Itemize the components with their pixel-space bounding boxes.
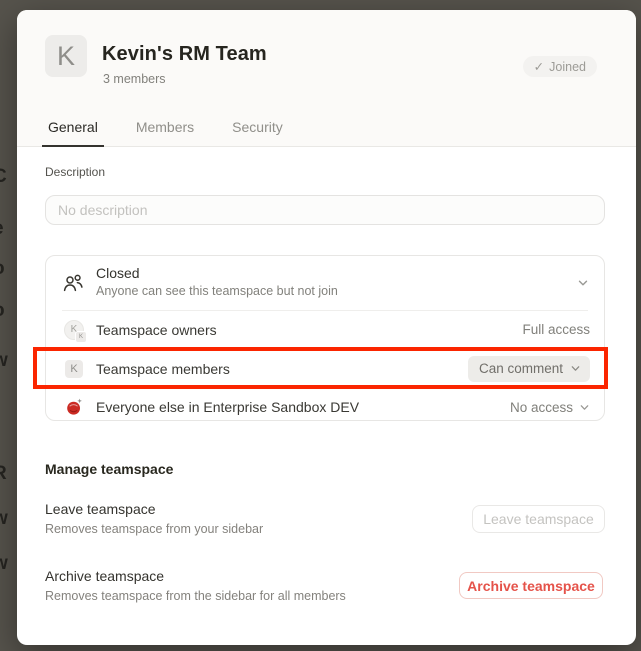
- permission-row-owners[interactable]: K K Teamspace owners Full access: [46, 311, 604, 348]
- tab-members[interactable]: Members: [130, 119, 200, 147]
- access-level-row[interactable]: Closed Anyone can see this teamspace but…: [46, 256, 604, 310]
- background-text-fragment: w: [0, 350, 8, 372]
- chevron-down-icon: [577, 277, 589, 289]
- access-level-subtitle: Anyone can see this teamspace but not jo…: [96, 284, 338, 298]
- background-text-fragment: o: [0, 258, 5, 280]
- teamspace-member-count: 3 members: [103, 72, 166, 86]
- members-avatar: K: [64, 359, 84, 379]
- owners-access-level: Full access: [522, 322, 590, 337]
- leave-teamspace-row: Leave teamspace Removes teamspace from y…: [45, 501, 605, 545]
- teamspace-settings-dialog: K Kevin's RM Team 3 members ✓ Joined Gen…: [17, 10, 636, 645]
- joined-badge-label: Joined: [549, 60, 586, 74]
- tab-general[interactable]: General: [42, 119, 104, 147]
- background-text-fragment: R: [0, 463, 7, 485]
- star-icon: [77, 398, 82, 403]
- tab-security[interactable]: Security: [226, 119, 289, 147]
- archive-teamspace-button[interactable]: Archive teamspace: [459, 572, 603, 599]
- everyone-access-value: No access: [510, 400, 573, 415]
- people-icon: [61, 271, 85, 295]
- workspace-logo-icon: [64, 397, 84, 417]
- chevron-down-icon: [570, 363, 581, 374]
- permission-row-members[interactable]: K Teamspace members Can comment: [46, 348, 604, 389]
- manage-teamspace-heading: Manage teamspace: [45, 461, 173, 477]
- owners-avatar: K K: [64, 320, 84, 340]
- background-text-fragment: C: [0, 166, 7, 188]
- background-text-fragment: o: [0, 300, 5, 322]
- dialog-header: K Kevin's RM Team 3 members ✓ Joined Gen…: [17, 10, 636, 147]
- everyone-access-dropdown[interactable]: No access: [510, 400, 590, 415]
- permission-row-everyone-else[interactable]: Everyone else in Enterprise Sandbox DEV …: [46, 389, 604, 425]
- permission-row-label: Everyone else in Enterprise Sandbox DEV: [96, 399, 510, 415]
- tab-bar: General Members Security: [42, 119, 289, 147]
- members-access-value: Can comment: [479, 361, 563, 376]
- leave-teamspace-button[interactable]: Leave teamspace: [472, 505, 605, 533]
- description-input[interactable]: [45, 195, 605, 225]
- permission-row-label: Teamspace members: [96, 361, 468, 377]
- background-text-fragment: w: [0, 553, 8, 575]
- teamspace-title: Kevin's RM Team: [102, 43, 267, 66]
- joined-badge[interactable]: ✓ Joined: [523, 56, 597, 77]
- background-text-fragment: e: [0, 218, 4, 240]
- teamspace-avatar: K: [45, 35, 87, 77]
- description-label: Description: [45, 165, 105, 179]
- archive-teamspace-row: Archive teamspace Removes teamspace from…: [45, 568, 605, 612]
- dimmed-background: CeoowtRww: [0, 0, 17, 651]
- members-access-dropdown[interactable]: Can comment: [468, 356, 590, 382]
- permission-row-label: Teamspace owners: [96, 322, 522, 338]
- chevron-down-icon: [579, 402, 590, 413]
- background-text-fragment: w: [0, 508, 8, 530]
- owners-avatar-badge: K: [75, 331, 87, 343]
- permissions-card: Closed Anyone can see this teamspace but…: [45, 255, 605, 421]
- access-level-title: Closed: [96, 265, 140, 281]
- check-icon: ✓: [534, 59, 544, 74]
